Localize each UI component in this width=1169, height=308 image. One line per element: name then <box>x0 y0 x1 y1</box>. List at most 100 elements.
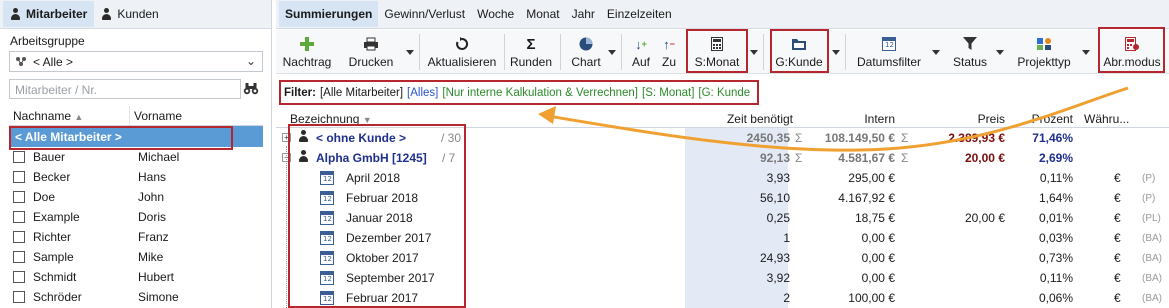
aktualisieren-button[interactable]: Aktualisieren <box>425 32 499 72</box>
employee-last-name: Schmidt <box>33 270 77 284</box>
billing-code: (BA) <box>1142 293 1162 304</box>
calendar-icon <box>320 211 334 225</box>
employee-list-header: Nachname ▲ Vorname <box>9 106 263 126</box>
employee-row[interactable]: Doe John <box>9 187 263 207</box>
employee-row[interactable]: Bauer Michael <box>9 147 263 167</box>
employee-row[interactable]: Sample Mike <box>9 247 263 267</box>
tab-jahr[interactable]: Jahr <box>566 1 601 27</box>
group-label: Arbeitsgruppe <box>10 34 85 48</box>
drucken-dropdown-icon[interactable] <box>406 50 414 55</box>
intern-value: 108.149,50 € <box>824 131 895 145</box>
binoculars-icon[interactable] <box>243 80 259 96</box>
datumsfilter-button[interactable]: Datumsfilter <box>852 32 926 72</box>
gkunde-dropdown-icon[interactable] <box>832 50 840 55</box>
zeit-value: 3,92 <box>766 271 790 285</box>
month-row[interactable]: April 2018 3,93 295,00 € 0,11% € (P) <box>276 168 1169 188</box>
month-row[interactable]: Februar 2018 56,10 4.167,92 € 1,64% € (P) <box>276 188 1169 208</box>
employee-checkbox[interactable] <box>13 271 25 283</box>
smonat-button[interactable]: S:Monat <box>690 32 744 72</box>
abrmodus-button[interactable]: Abr.modus <box>1099 32 1165 72</box>
expand-icon: ↓ + <box>635 36 647 52</box>
tab-gewinn-verlust[interactable]: Gewinn/Verlust <box>378 1 471 27</box>
tab-summierungen[interactable]: Summierungen <box>279 1 379 27</box>
col-prozent[interactable]: Prozent <box>1032 112 1073 126</box>
employee-checkbox[interactable] <box>13 171 25 183</box>
intern-value: 0,00 € <box>861 231 895 245</box>
preis-value: 2.389,93 € <box>948 131 1005 145</box>
status-button[interactable]: Status <box>948 32 992 72</box>
grid-header: Bezeichnung ▼ Zeit benötigt Intern Preis… <box>276 110 1169 128</box>
sigma-icon: Σ <box>795 151 803 165</box>
tab-mitarbeiter[interactable]: Mitarbeiter <box>3 1 95 27</box>
employee-search-input[interactable]: Mitarbeiter / Nr. <box>9 79 241 99</box>
auf-button[interactable]: ↓ + Auf <box>628 32 654 72</box>
runden-button[interactable]: Σ Runden <box>508 32 554 72</box>
toolbar-separator <box>419 34 420 70</box>
preis-value: 20,00 € <box>964 211 1005 225</box>
right-tab-bar: Summierungen Gewinn/Verlust Woche Monat … <box>276 0 1169 29</box>
employee-cell-last: Example <box>9 210 130 224</box>
filter-calculation[interactable]: [Nur interne Kalkulation & Verrechnen] <box>442 87 638 99</box>
filter-all[interactable]: [Alles] <box>407 87 438 99</box>
app-window: Mitarbeiter Kunden Arbeitsgruppe < Alle … <box>0 0 1169 308</box>
customer-icon <box>298 150 309 162</box>
group-select[interactable]: < Alle > ⌄ <box>9 51 263 72</box>
tab-kunden[interactable]: Kunden <box>94 1 165 27</box>
month-name: April 2018 <box>346 171 401 185</box>
smonat-dropdown-icon[interactable] <box>750 50 758 55</box>
employee-checkbox[interactable] <box>13 251 25 263</box>
drucken-button[interactable]: Drucken <box>346 32 396 72</box>
customer-group-row[interactable]: − Alpha GmbH [1245]/ 7 92,13 Σ 4.581,67 € Σ 20… <box>276 148 1169 168</box>
gkunde-button[interactable]: G:Kunde <box>772 32 826 72</box>
col-vorname[interactable]: Vorname <box>130 106 186 125</box>
tab-monat[interactable]: Monat <box>520 1 565 27</box>
month-row[interactable]: Februar 2017 2 100,00 € 0,06% € (BA) <box>276 288 1169 308</box>
employee-row[interactable]: Richter Franz <box>9 227 263 247</box>
col-waehrung[interactable]: Währu... <box>1084 112 1129 126</box>
customer-group-row[interactable]: + < ohne Kunde > / 30 2450,35 Σ 108.149,50 € Σ… <box>276 128 1169 148</box>
employee-checkbox[interactable] <box>13 291 25 303</box>
col-bezeichnung[interactable]: Bezeichnung ▼ <box>290 112 372 126</box>
employee-row[interactable]: Schmidt Hubert <box>9 267 263 287</box>
col-preis[interactable]: Preis <box>978 112 1005 126</box>
col-intern[interactable]: Intern <box>864 112 895 126</box>
zu-button[interactable]: ↑ − Zu <box>656 32 682 72</box>
employee-last-name: Becker <box>33 170 71 184</box>
billing-calculator-icon <box>1125 37 1139 51</box>
tab-woche[interactable]: Woche <box>471 1 520 27</box>
projekttyp-dropdown-icon[interactable] <box>1082 50 1090 55</box>
sigma-icon: Σ <box>901 151 909 165</box>
datumsfilter-dropdown-icon[interactable] <box>932 50 940 55</box>
zeit-value: 2 <box>783 291 790 305</box>
col-nachname[interactable]: Nachname ▲ <box>9 106 130 125</box>
toolbar-separator <box>845 34 846 70</box>
employee-first-name: Hans <box>138 170 167 184</box>
employee-row[interactable]: Example Doris <box>9 207 263 227</box>
status-dropdown-icon[interactable] <box>996 50 1004 55</box>
prozent-value: 0,11% <box>1039 271 1073 285</box>
group-icon <box>16 56 26 66</box>
employee-checkbox[interactable] <box>13 231 25 243</box>
chart-button[interactable]: Chart <box>568 32 604 72</box>
employee-checkbox[interactable] <box>13 191 25 203</box>
month-row[interactable]: Oktober 2017 24,93 0,00 € 0,73% € (BA) <box>276 248 1169 268</box>
expand-icon[interactable]: + <box>282 133 291 142</box>
employee-checkbox[interactable] <box>13 211 25 223</box>
col-zeit[interactable]: Zeit benötigt <box>727 112 793 126</box>
employee-row[interactable]: Becker Hans <box>9 167 263 187</box>
projekttyp-button[interactable]: Projekttyp <box>1012 32 1076 72</box>
person-icon <box>101 8 112 20</box>
month-row[interactable]: September 2017 3,92 0,00 € 0,11% € (BA) <box>276 268 1169 288</box>
nachtrag-button[interactable]: Nachtrag <box>282 32 332 72</box>
employee-checkbox[interactable] <box>13 151 25 163</box>
filter-group-customer[interactable]: [G: Kunde <box>698 87 750 99</box>
filter-summary-month[interactable]: [S: Monat] <box>642 87 694 99</box>
preis-value: 20,00 € <box>964 151 1005 165</box>
chart-dropdown-icon[interactable] <box>608 50 616 55</box>
filter-employees[interactable]: [Alle Mitarbeiter] <box>320 87 403 99</box>
month-row[interactable]: Januar 2018 0,25 18,75 € 20,00 € 0,01% € (PL) <box>276 208 1169 228</box>
tab-einzelzeiten[interactable]: Einzelzeiten <box>601 1 678 27</box>
employee-row-all[interactable]: < Alle Mitarbeiter > <box>9 126 263 147</box>
employee-row[interactable]: Schröder Simone <box>9 287 263 307</box>
month-row[interactable]: Dezember 2017 1 0,00 € 0,03% € (BA) <box>276 228 1169 248</box>
